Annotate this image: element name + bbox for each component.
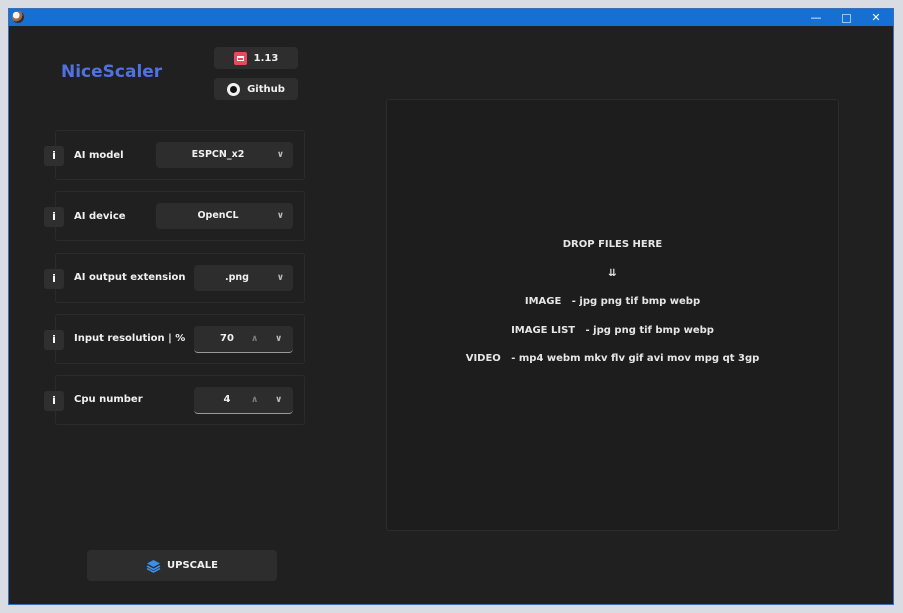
input-resolution-spinbox[interactable]: 70 ∧ ∨ (194, 326, 293, 353)
app-window: — ✕ NiceScaler 1.13 Github i AI model ES… (8, 8, 894, 605)
app-icon (12, 11, 24, 23)
input-resolution-label: Input resolution | % (74, 333, 186, 344)
chevron-down-icon[interactable]: ∨ (275, 387, 282, 413)
ai-model-label: AI model (74, 150, 124, 161)
maximize-icon (841, 13, 851, 23)
chevron-down-icon[interactable]: ∨ (275, 326, 282, 352)
close-button[interactable]: ✕ (861, 9, 891, 26)
version-button[interactable]: 1.13 (214, 47, 298, 69)
info-button-ai-device[interactable]: i (44, 207, 64, 227)
info-button-input-resolution[interactable]: i (44, 330, 64, 350)
ai-device-value: OpenCL (197, 210, 239, 221)
chevron-down-icon: ∨ (276, 273, 284, 283)
ai-model-value: ESPCN_x2 (191, 149, 245, 160)
cpu-number-spinbox[interactable]: 4 ∧ ∨ (194, 387, 293, 414)
info-button-output-extension[interactable]: i (44, 269, 64, 289)
layers-icon (146, 559, 161, 573)
title-bar[interactable]: — ✕ (9, 9, 893, 26)
chevron-down-icon: ∨ (276, 211, 284, 221)
output-extension-dropdown[interactable]: .png ∨ (194, 265, 293, 291)
info-button-cpu-number[interactable]: i (44, 391, 64, 411)
double-arrow-down-icon: ⇊ (608, 268, 617, 279)
chevron-down-icon: ∨ (276, 150, 284, 160)
github-button[interactable]: Github (214, 78, 298, 100)
version-label: 1.13 (253, 52, 279, 64)
upscale-label: UPSCALE (167, 560, 218, 571)
upscale-button[interactable]: UPSCALE (87, 550, 277, 581)
info-button-ai-model[interactable]: i (44, 146, 64, 166)
image-list-formats-line: IMAGE LIST - jpg png tif bmp webp (511, 325, 714, 336)
output-extension-value: .png (225, 272, 249, 283)
app-title: NiceScaler (61, 62, 163, 82)
minimize-button[interactable]: — (801, 9, 831, 26)
itch-io-icon (233, 51, 247, 65)
video-formats-line: VIDEO - mp4 webm mkv flv gif avi mov mpg… (465, 353, 760, 364)
image-formats-line: IMAGE - jpg png tif bmp webp (524, 296, 701, 307)
ai-device-dropdown[interactable]: OpenCL ∨ (156, 203, 293, 229)
drop-files-heading: DROP FILES HERE (562, 239, 663, 250)
output-extension-label: AI output extension (74, 272, 186, 283)
cpu-number-label: Cpu number (74, 394, 143, 405)
ai-device-label: AI device (74, 211, 126, 222)
ai-model-dropdown[interactable]: ESPCN_x2 ∨ (156, 142, 293, 168)
chevron-up-icon[interactable]: ∧ (251, 326, 258, 352)
github-label: Github (247, 83, 285, 95)
maximize-button[interactable] (831, 9, 861, 26)
file-drop-area[interactable]: DROP FILES HERE ⇊ IMAGE - jpg png tif bm… (386, 99, 839, 531)
chevron-up-icon[interactable]: ∧ (251, 387, 258, 413)
github-icon (227, 82, 241, 96)
